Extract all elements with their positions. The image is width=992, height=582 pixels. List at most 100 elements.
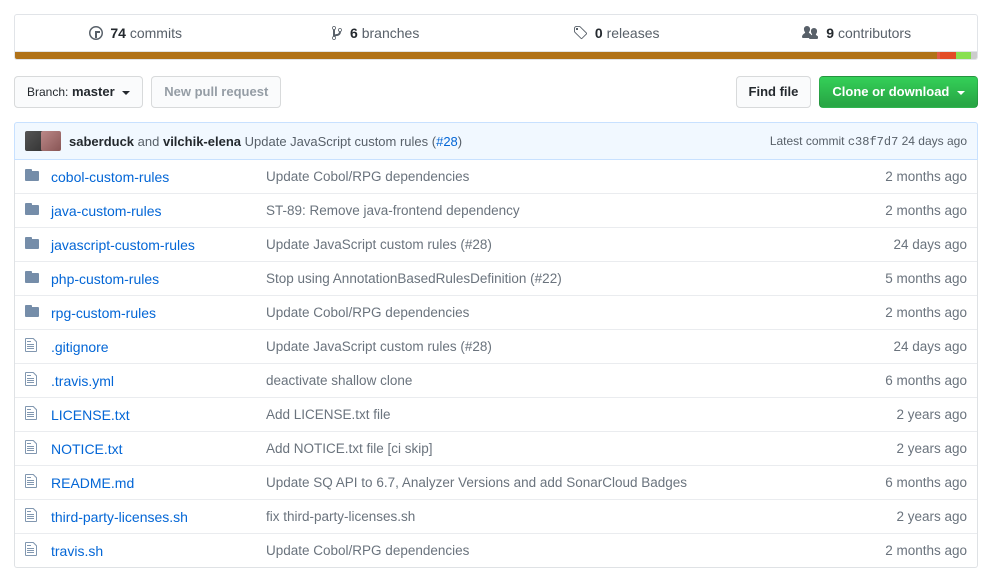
file-row: third-party-licenses.sh fix third-party-l… bbox=[15, 499, 977, 533]
file-commit-message-link[interactable]: Update Cobol/RPG dependencies bbox=[266, 305, 469, 320]
commits-label: commits bbox=[130, 25, 182, 41]
file-name-link[interactable]: .gitignore bbox=[51, 339, 109, 355]
file-commit-message-link[interactable]: fix third-party-licenses.sh bbox=[266, 509, 415, 524]
language-segment[interactable] bbox=[940, 52, 955, 59]
contributors-label: contributors bbox=[838, 25, 911, 41]
file-row: README.md Update SQ API to 6.7, Analyzer … bbox=[15, 465, 977, 499]
file-name-link[interactable]: .travis.yml bbox=[51, 373, 114, 389]
releases-label: releases bbox=[607, 25, 660, 41]
file-commit-message-link[interactable]: Stop using AnnotationBasedRulesDefinitio… bbox=[266, 271, 562, 286]
file-age: 2 months ago bbox=[847, 305, 967, 320]
latest-commit-bar: saberduck and vilchik-elena Update JavaS… bbox=[14, 122, 978, 160]
repo-stats-bar: 74 commits 6 branches 0 releases 9 contr… bbox=[14, 14, 978, 52]
file-navigation: Branch: master New pull request Find fil… bbox=[14, 76, 978, 108]
file-row: rpg-custom-rules Update Cobol/RPG depende… bbox=[15, 295, 977, 329]
branches-count: 6 bbox=[350, 25, 358, 41]
file-row: cobol-custom-rules Update Cobol/RPG depen… bbox=[15, 160, 977, 193]
file-icon bbox=[25, 507, 37, 523]
branches-stat[interactable]: 6 branches bbox=[256, 15, 497, 51]
file-row: java-custom-rules ST-89: Remove java-fron… bbox=[15, 193, 977, 227]
file-name-link[interactable]: cobol-custom-rules bbox=[51, 169, 169, 185]
file-age: 24 days ago bbox=[847, 339, 967, 354]
file-list: cobol-custom-rules Update Cobol/RPG depen… bbox=[14, 160, 978, 568]
branch-select-button[interactable]: Branch: master bbox=[14, 76, 143, 108]
file-name-link[interactable]: travis.sh bbox=[51, 543, 103, 559]
branch-value: master bbox=[72, 84, 115, 99]
file-name-link[interactable]: php-custom-rules bbox=[51, 271, 159, 287]
file-commit-message-link[interactable]: Update Cobol/RPG dependencies bbox=[266, 169, 469, 184]
file-commit-message-link[interactable]: Add NOTICE.txt file [ci skip] bbox=[266, 441, 433, 456]
file-icon bbox=[25, 337, 37, 353]
commit-author-link[interactable]: vilchik-elena bbox=[163, 134, 241, 149]
folder-icon bbox=[25, 235, 39, 251]
file-name-link[interactable]: README.md bbox=[51, 475, 134, 491]
releases-stat[interactable]: 0 releases bbox=[496, 15, 737, 51]
file-icon bbox=[25, 473, 37, 489]
file-row: travis.shUpdate Cobol/RPG dependencies2 … bbox=[15, 533, 977, 567]
file-icon bbox=[25, 439, 37, 455]
file-icon bbox=[25, 541, 37, 557]
language-bar[interactable] bbox=[14, 52, 978, 60]
find-file-button[interactable]: Find file bbox=[736, 76, 812, 108]
commit-age: 24 days ago bbox=[898, 134, 967, 148]
language-segment[interactable] bbox=[15, 52, 937, 59]
file-commit-message-link[interactable]: Add LICENSE.txt file bbox=[266, 407, 391, 422]
caret-down-icon bbox=[122, 91, 130, 95]
file-commit-message-link[interactable]: Update JavaScript custom rules (#28) bbox=[266, 237, 492, 252]
folder-icon bbox=[25, 303, 39, 319]
file-age: 24 days ago bbox=[847, 237, 967, 252]
file-commit-message-link[interactable]: Update JavaScript custom rules (#28) bbox=[266, 339, 492, 354]
file-row: php-custom-rules Stop using AnnotationBas… bbox=[15, 261, 977, 295]
file-age: 2 years ago bbox=[847, 509, 967, 524]
commit-message-text: Update JavaScript custom rules ( bbox=[241, 134, 436, 149]
tag-icon bbox=[573, 25, 587, 41]
file-name-link[interactable]: javascript-custom-rules bbox=[51, 237, 195, 253]
file-row: LICENSE.txtAdd LICENSE.txt file2 years a… bbox=[15, 397, 977, 431]
file-age: 5 months ago bbox=[847, 271, 967, 286]
clone-download-button[interactable]: Clone or download bbox=[819, 76, 978, 108]
language-segment[interactable] bbox=[956, 52, 971, 59]
commit-meta: Latest commit c38f7d7 24 days ago bbox=[770, 134, 967, 149]
commit-author-link[interactable]: saberduck bbox=[69, 134, 134, 149]
commits-stat[interactable]: 74 commits bbox=[15, 15, 256, 51]
file-age: 2 months ago bbox=[847, 203, 967, 218]
language-segment[interactable] bbox=[971, 52, 977, 59]
folder-icon bbox=[25, 269, 39, 285]
file-age: 2 months ago bbox=[847, 169, 967, 184]
file-age: 6 months ago bbox=[847, 373, 967, 388]
file-row: NOTICE.txtAdd NOTICE.txt file [ci skip]2… bbox=[15, 431, 977, 465]
file-row: javascript-custom-rules Update JavaScript… bbox=[15, 227, 977, 261]
folder-icon bbox=[25, 167, 39, 183]
contributors-stat[interactable]: 9 contributors bbox=[737, 15, 978, 51]
clone-download-label: Clone or download bbox=[832, 84, 949, 99]
file-commit-message-link[interactable]: ST-89: Remove java-frontend dependency bbox=[266, 203, 520, 218]
file-name-link[interactable]: LICENSE.txt bbox=[51, 407, 130, 423]
branch-icon bbox=[332, 25, 342, 41]
caret-down-icon bbox=[957, 91, 965, 95]
file-commit-message-link[interactable]: Update SQ API to 6.7, Analyzer Versions … bbox=[266, 475, 687, 490]
file-name-link[interactable]: third-party-licenses.sh bbox=[51, 509, 188, 525]
branches-label: branches bbox=[362, 25, 420, 41]
file-commit-message-link[interactable]: Update Cobol/RPG dependencies bbox=[266, 543, 469, 558]
file-name-link[interactable]: NOTICE.txt bbox=[51, 441, 123, 457]
commit-avatars bbox=[25, 131, 61, 151]
commits-count: 74 bbox=[110, 25, 126, 41]
file-icon bbox=[25, 405, 37, 421]
releases-count: 0 bbox=[595, 25, 603, 41]
file-icon bbox=[25, 371, 37, 387]
avatar[interactable] bbox=[41, 131, 61, 151]
pr-link[interactable]: #28 bbox=[436, 134, 458, 149]
folder-icon bbox=[25, 201, 39, 217]
file-row: .gitignore Update JavaScript custom rules… bbox=[15, 329, 977, 363]
file-name-link[interactable]: rpg-custom-rules bbox=[51, 305, 156, 321]
history-icon bbox=[89, 25, 103, 41]
file-name-link[interactable]: java-custom-rules bbox=[51, 203, 161, 219]
people-icon bbox=[802, 25, 818, 41]
new-pull-request-button[interactable]: New pull request bbox=[151, 76, 281, 108]
latest-commit-label: Latest commit bbox=[770, 134, 848, 148]
branch-label: Branch: bbox=[27, 85, 68, 99]
file-commit-message-link[interactable]: deactivate shallow clone bbox=[266, 373, 412, 388]
commit-sha-link[interactable]: c38f7d7 bbox=[848, 135, 898, 149]
commit-message: saberduck and vilchik-elena Update JavaS… bbox=[69, 134, 770, 149]
file-row: .travis.yml deactivate shallow clone 6 mon… bbox=[15, 363, 977, 397]
